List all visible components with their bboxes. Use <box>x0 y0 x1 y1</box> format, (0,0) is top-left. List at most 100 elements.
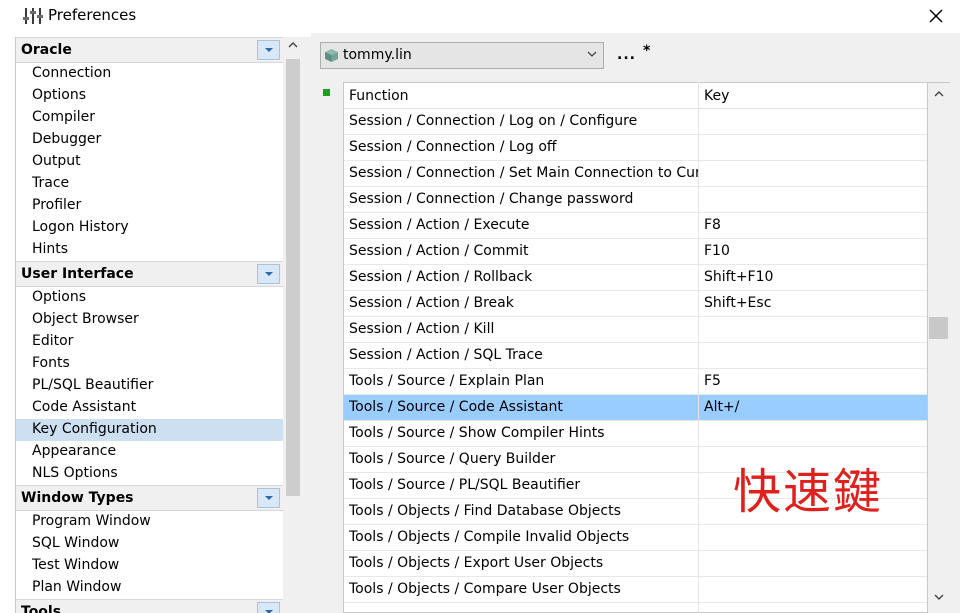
key-configuration-panel: tommy.lin ... * Function Key Session / C… <box>311 33 960 613</box>
table-row[interactable]: Session / Connection / Log on / Configur… <box>344 109 927 135</box>
nav-group-header[interactable]: User Interface <box>16 261 283 287</box>
function-cell: Tools / Objects / Compare User Objects <box>349 581 621 597</box>
grid-scrollbar-thumb[interactable] <box>929 317 948 339</box>
collapse-button[interactable] <box>257 488 280 508</box>
table-row[interactable]: Tools / Objects / Compile Invalid Object… <box>344 525 927 551</box>
function-cell: Tools / Source / Code Assistant <box>349 399 563 415</box>
table-row[interactable]: Tools / Source / Explain Plan F5 <box>344 369 927 395</box>
grid-scrollbar[interactable] <box>928 82 950 613</box>
nav-group-header[interactable]: Tools <box>16 599 283 613</box>
column-header-function[interactable]: Function <box>349 88 409 104</box>
preferences-nav: Oracle Connection Options Compiler Debugger O… <box>15 37 283 613</box>
nav-item[interactable]: Trace <box>16 173 283 195</box>
table-row[interactable]: Session / Action / Kill <box>344 317 927 343</box>
nav-item[interactable]: Output <box>16 151 283 173</box>
grid-body: Session / Connection / Log on / Configur… <box>344 109 927 603</box>
user-select-value: tommy.lin <box>343 47 412 63</box>
collapse-button[interactable] <box>257 602 280 613</box>
chevron-down-icon <box>587 51 597 57</box>
nav-group-title: Tools <box>21 604 62 613</box>
nav-item[interactable]: Hints <box>16 239 283 261</box>
nav-item[interactable]: Key Configuration <box>16 419 283 441</box>
nav-item[interactable]: Connection <box>16 63 283 85</box>
more-options-button[interactable]: ... <box>617 47 636 63</box>
nav-item[interactable]: Logon History <box>16 217 283 239</box>
function-cell: Tools / Source / Explain Plan <box>349 373 545 389</box>
table-row[interactable]: Session / Action / Rollback Shift+F10 <box>344 265 927 291</box>
preferences-sliders-icon <box>23 6 43 26</box>
nav-item[interactable]: Options <box>16 85 283 107</box>
close-button[interactable] <box>920 0 952 32</box>
database-icon <box>325 49 338 62</box>
title-bar: Preferences <box>0 0 960 33</box>
function-cell: Tools / Source / Show Compiler Hints <box>349 425 605 441</box>
modified-indicator: * <box>643 43 651 59</box>
shortcut-annotation: 快速鍵 <box>733 464 884 520</box>
close-icon <box>929 9 943 23</box>
function-cell: Session / Action / Kill <box>349 321 495 337</box>
nav-item[interactable]: Object Browser <box>16 309 283 331</box>
table-row[interactable]: Tools / Source / Show Compiler Hints <box>344 421 927 447</box>
table-row[interactable]: Session / Action / Execute F8 <box>344 213 927 239</box>
chevron-down-icon <box>265 496 273 500</box>
table-row[interactable]: Session / Connection / Set Main Connecti… <box>344 161 927 187</box>
nav-group-title: Oracle <box>21 42 72 58</box>
column-header-key[interactable]: Key <box>704 88 729 104</box>
nav-item[interactable]: Fonts <box>16 353 283 375</box>
key-cell[interactable]: F10 <box>704 243 730 259</box>
nav-item[interactable]: Compiler <box>16 107 283 129</box>
nav-scrollbar-thumb[interactable] <box>286 59 300 496</box>
function-cell: Session / Connection / Log on / Configur… <box>349 113 638 129</box>
function-cell: Session / Action / Rollback <box>349 269 533 285</box>
key-cell[interactable]: Shift+Esc <box>704 295 771 311</box>
key-cell[interactable]: Alt+/ <box>704 399 739 415</box>
function-cell: Tools / Objects / Compile Invalid Object… <box>349 529 630 545</box>
table-row[interactable]: Session / Connection / Change password <box>344 187 927 213</box>
scroll-down-icon[interactable] <box>934 594 944 600</box>
nav-group-header[interactable]: Oracle <box>16 37 283 63</box>
nav-item[interactable]: Plan Window <box>16 577 283 599</box>
nav-item[interactable]: SQL Window <box>16 533 283 555</box>
table-row[interactable]: Tools / Source / Code Assistant Alt+/ <box>344 395 927 421</box>
key-cell[interactable]: Shift+F10 <box>704 269 773 285</box>
key-cell[interactable]: F5 <box>704 373 721 389</box>
panel-splitter[interactable] <box>303 37 311 613</box>
nav-item[interactable]: Profiler <box>16 195 283 217</box>
nav-item[interactable]: Code Assistant <box>16 397 283 419</box>
table-row[interactable]: Session / Action / SQL Trace <box>344 343 927 369</box>
nav-scrollbar[interactable] <box>283 37 303 613</box>
window-title: Preferences <box>48 6 137 24</box>
nav-item[interactable]: NLS Options <box>16 463 283 485</box>
nav-item[interactable]: Appearance <box>16 441 283 463</box>
chevron-down-icon <box>265 272 273 276</box>
function-cell: Tools / Objects / Export User Objects <box>349 555 604 571</box>
function-cell: Session / Connection / Log off <box>349 139 557 155</box>
table-row[interactable]: Session / Action / Commit F10 <box>344 239 927 265</box>
nav-group-header[interactable]: Window Types <box>16 485 283 511</box>
function-cell: Session / Action / Break <box>349 295 514 311</box>
scroll-up-icon[interactable] <box>288 42 298 48</box>
nav-item[interactable]: Program Window <box>16 511 283 533</box>
key-grid: Function Key Session / Connection / Log … <box>343 82 928 613</box>
function-cell: Session / Connection / Change password <box>349 191 634 207</box>
table-row[interactable]: Tools / Objects / Export User Objects <box>344 551 927 577</box>
nav-item[interactable]: Test Window <box>16 555 283 577</box>
scroll-up-icon[interactable] <box>934 91 944 97</box>
collapse-button[interactable] <box>257 40 280 60</box>
nav-item[interactable]: PL/SQL Beautifier <box>16 375 283 397</box>
key-cell[interactable]: F8 <box>704 217 721 233</box>
table-row[interactable]: Tools / Objects / Compare User Objects <box>344 577 927 603</box>
function-cell: Tools / Source / PL/SQL Beautifier <box>349 477 581 493</box>
column-separator[interactable] <box>698 82 699 613</box>
collapse-button[interactable] <box>257 264 280 284</box>
nav-group-title: Window Types <box>21 490 134 506</box>
table-row[interactable]: Session / Action / Break Shift+Esc <box>344 291 927 317</box>
nav-item[interactable]: Options <box>16 287 283 309</box>
table-row[interactable]: Session / Connection / Log off <box>344 135 927 161</box>
nav-item[interactable]: Debugger <box>16 129 283 151</box>
function-cell: Session / Action / Commit <box>349 243 529 259</box>
nav-item[interactable]: Editor <box>16 331 283 353</box>
user-select[interactable]: tommy.lin <box>320 42 604 69</box>
function-cell: Session / Connection / Set Main Connecti… <box>349 165 699 181</box>
nav-group-title: User Interface <box>21 266 134 282</box>
